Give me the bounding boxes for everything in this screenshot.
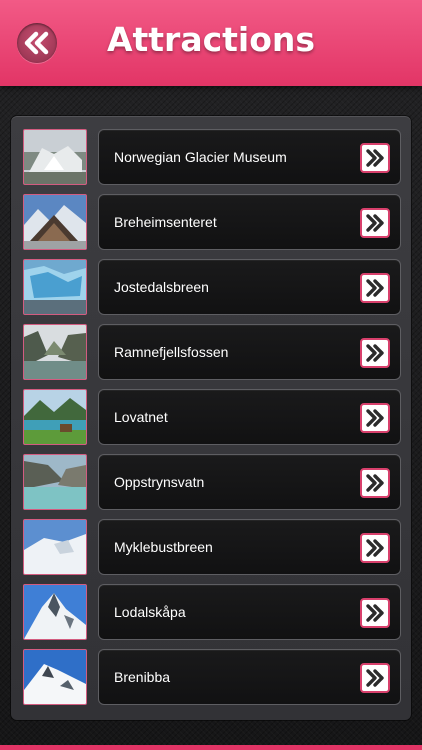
attraction-thumbnail [23, 454, 87, 510]
double-chevron-right-icon [366, 409, 384, 427]
attraction-name: Norwegian Glacier Museum [114, 149, 287, 165]
attraction-thumbnail [23, 519, 87, 575]
page-title: Attractions [106, 20, 316, 59]
list-item[interactable]: Oppstrynsvatn [23, 454, 401, 510]
open-button[interactable] [360, 598, 390, 628]
open-button[interactable] [360, 533, 390, 563]
attraction-name: Myklebustbreen [114, 539, 213, 555]
attraction-thumbnail [23, 259, 87, 315]
list-item[interactable]: Ramnefjellsfossen [23, 324, 401, 380]
double-chevron-right-icon [366, 669, 384, 687]
open-button[interactable] [360, 143, 390, 173]
attraction-name: Ramnefjellsfossen [114, 344, 229, 360]
double-chevron-right-icon [366, 474, 384, 492]
double-chevron-right-icon [366, 344, 384, 362]
open-button[interactable] [360, 338, 390, 368]
attraction-row[interactable]: Brenibba [98, 649, 401, 705]
open-button[interactable] [360, 208, 390, 238]
attraction-name: Breheimsenteret [114, 214, 217, 230]
attraction-name: Brenibba [114, 669, 171, 685]
attraction-row[interactable]: Ramnefjellsfossen [98, 324, 401, 380]
attraction-row[interactable]: Oppstrynsvatn [98, 454, 401, 510]
list-item[interactable]: Breheimsenteret [23, 194, 401, 250]
attraction-name: Oppstrynsvatn [114, 474, 205, 490]
list-item[interactable]: Brenibba [23, 649, 401, 705]
attraction-row[interactable]: Breheimsenteret [98, 194, 401, 250]
attraction-row[interactable]: Myklebustbreen [98, 519, 401, 575]
attraction-row[interactable]: Lovatnet [98, 389, 401, 445]
attraction-row[interactable]: Lodalskåpa [98, 584, 401, 640]
attraction-name: Lovatnet [114, 409, 168, 425]
double-chevron-right-icon [366, 279, 384, 297]
double-chevron-right-icon [366, 149, 384, 167]
attraction-row[interactable]: Jostedalsbreen [98, 259, 401, 315]
open-button[interactable] [360, 468, 390, 498]
list-item[interactable]: Lovatnet [23, 389, 401, 445]
attraction-thumbnail [23, 584, 87, 640]
bottom-accent-bar [0, 745, 422, 750]
header-bar: Attractions [0, 0, 422, 86]
list-item[interactable]: Lodalskåpa [23, 584, 401, 640]
attraction-thumbnail [23, 194, 87, 250]
list-item[interactable]: Norwegian Glacier Museum [23, 129, 401, 185]
list-item[interactable]: Myklebustbreen [23, 519, 401, 575]
double-chevron-right-icon [366, 539, 384, 557]
attraction-thumbnail [23, 129, 87, 185]
open-button[interactable] [360, 663, 390, 693]
open-button[interactable] [360, 403, 390, 433]
attraction-thumbnail [23, 649, 87, 705]
list-item[interactable]: Jostedalsbreen [23, 259, 401, 315]
double-chevron-right-icon [366, 214, 384, 232]
double-chevron-right-icon [366, 604, 384, 622]
attractions-list: Norwegian Glacier Museum Breheimsenteret [11, 116, 411, 720]
open-button[interactable] [360, 273, 390, 303]
attraction-name: Jostedalsbreen [114, 279, 209, 295]
attraction-thumbnail [23, 389, 87, 445]
attraction-name: Lodalskåpa [114, 604, 186, 620]
attraction-thumbnail [23, 324, 87, 380]
attraction-row[interactable]: Norwegian Glacier Museum [98, 129, 401, 185]
